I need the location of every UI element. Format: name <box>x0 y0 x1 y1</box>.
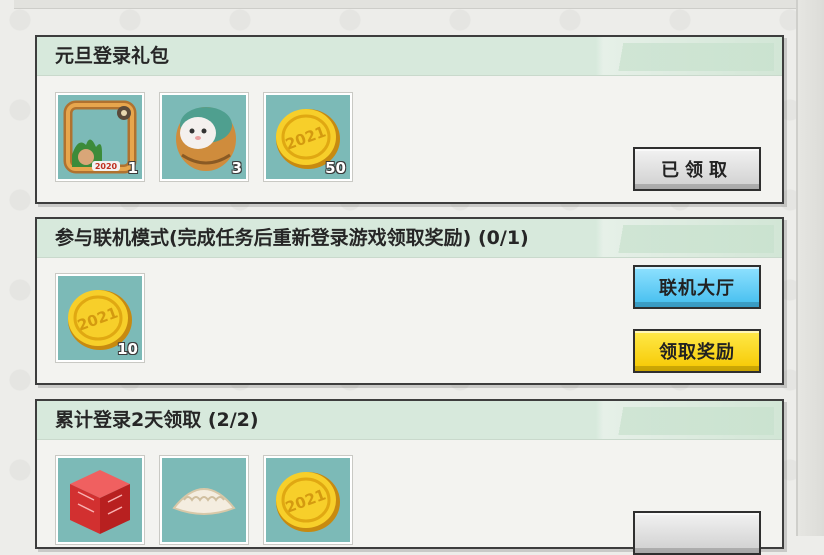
item-count: 1 <box>127 159 138 177</box>
header-decoration <box>606 43 774 71</box>
reward-item-dumpling[interactable] <box>160 456 248 544</box>
dumpling-icon <box>172 488 236 515</box>
claimed-button[interactable]: 已领取 <box>633 147 761 191</box>
reward-item-gold-coin[interactable]: 2021 10 <box>56 274 144 362</box>
reward-item-egg-pet[interactable]: 3 <box>160 93 248 181</box>
red-block-icon <box>70 470 130 534</box>
reward-panel-new-year-login: 元旦登录礼包 2020 1 3 2021 50 已领取 <box>35 35 784 204</box>
panel-header: 元旦登录礼包 <box>37 37 782 76</box>
panel-header: 参与联机模式(完成任务后重新登录游戏领取奖励) (0/1) <box>37 219 782 258</box>
scrollbar-track[interactable] <box>796 0 824 536</box>
header-decoration <box>606 225 774 253</box>
panel-header: 累计登录2天领取 (2/2) <box>37 401 782 440</box>
header-decoration <box>606 407 774 435</box>
reward-item-gold-coin[interactable]: 2021 <box>264 456 352 544</box>
top-scroll-edge <box>14 0 798 9</box>
reward-item-avatar-frame[interactable]: 2020 1 <box>56 93 144 181</box>
reward-item-gold-coin[interactable]: 2021 50 <box>264 93 352 181</box>
reward-panel-online-mode: 参与联机模式(完成任务后重新登录游戏领取奖励) (0/1) 2021 10 联机… <box>35 217 784 385</box>
frame-year-text: 2020 <box>95 162 118 171</box>
claim-reward-button[interactable]: 领取奖励 <box>633 329 761 373</box>
online-lobby-button[interactable]: 联机大厅 <box>633 265 761 309</box>
panel-title: 元旦登录礼包 <box>55 45 170 67</box>
item-count: 50 <box>325 159 346 177</box>
panel-title: 参与联机模式(完成任务后重新登录游戏领取奖励) (0/1) <box>55 227 529 249</box>
item-count: 3 <box>231 159 242 177</box>
gold-coin-icon: 2021 <box>276 472 340 532</box>
panel-action-button[interactable] <box>633 511 761 555</box>
item-count: 10 <box>117 340 138 358</box>
panel-title: 累计登录2天领取 (2/2) <box>55 409 259 431</box>
reward-item-red-block[interactable] <box>56 456 144 544</box>
reward-panel-cumulative-login: 累计登录2天领取 (2/2) 2021 <box>35 399 784 555</box>
